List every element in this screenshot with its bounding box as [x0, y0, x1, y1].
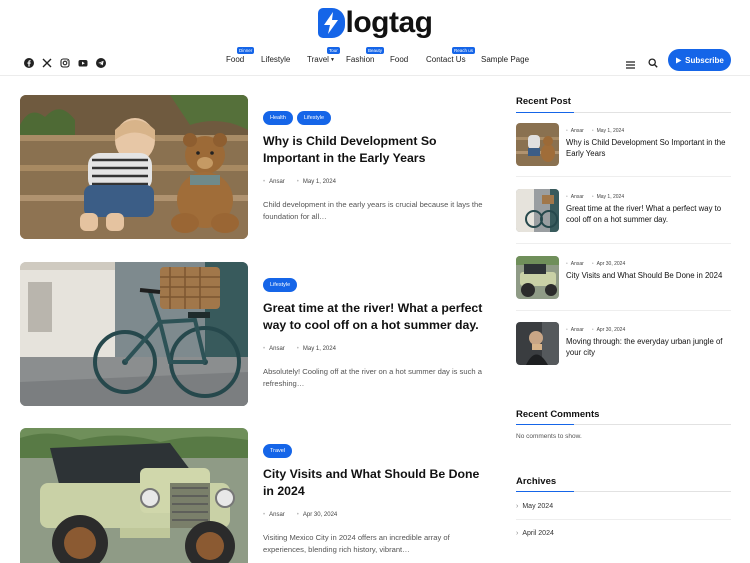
post-thumbnail[interactable] — [20, 428, 248, 563]
category-tag-lifestyle[interactable]: Lifestyle — [263, 278, 298, 292]
nav-badge-reach-us: Reach us — [452, 47, 476, 54]
nav-label: Lifestyle — [261, 55, 291, 64]
heading-underline — [516, 112, 731, 113]
nav-label: Food — [390, 55, 409, 64]
recent-post-thumbnail[interactable] — [516, 256, 559, 299]
recent-post-item[interactable]: Ansar May 1, 2024 Why is Child Developme… — [516, 123, 731, 167]
heading-underline — [516, 424, 731, 425]
archive-link[interactable]: May 2024 — [516, 503, 553, 510]
nav-item-food[interactable]: Dinner Food — [226, 47, 255, 64]
post-excerpt: Absolutely! Cooling off at the river on … — [263, 367, 482, 388]
logo-text: logtag — [345, 6, 434, 39]
recent-post-item[interactable]: Ansar Apr 30, 2024 Moving through: the e… — [516, 322, 731, 366]
post-title[interactable]: City Visits and What Should Be Done in 2… — [263, 466, 493, 500]
nav-item-travel[interactable]: Tour Travel▼ — [307, 47, 340, 64]
recent-post-author[interactable]: Ansar — [566, 128, 584, 134]
top-navigation-bar: Dinner Food Lifestyle Tour Travel▼ Beaut… — [0, 46, 750, 76]
recent-post-author[interactable]: Ansar — [566, 327, 584, 333]
search-icon[interactable] — [648, 55, 658, 73]
nav-label: Contact Us — [426, 55, 466, 64]
recent-post-item[interactable]: Ansar Apr 30, 2024 City Visits and What … — [516, 256, 731, 300]
post-date[interactable]: May 1, 2024 — [297, 346, 336, 352]
recent-post-thumbnail[interactable] — [516, 123, 559, 166]
recent-post-thumbnail[interactable] — [516, 322, 559, 365]
header-divider — [0, 75, 750, 76]
recent-comments-heading: Recent Comments — [516, 409, 600, 420]
post-title[interactable]: Why is Child Development So Important in… — [263, 133, 493, 167]
nav-badge-dinner: Dinner — [237, 47, 255, 54]
post-thumbnail[interactable] — [20, 95, 248, 239]
main-menu: Dinner Food Lifestyle Tour Travel▼ Beaut… — [0, 46, 750, 76]
logo-bolt-icon — [317, 8, 345, 38]
nav-badge-tour: Tour — [327, 47, 340, 54]
recent-post-item[interactable]: Ansar May 1, 2024 Great time at the rive… — [516, 189, 731, 233]
heading-underline — [516, 491, 731, 492]
subscribe-button[interactable]: Subscribe — [668, 49, 731, 71]
post-title[interactable]: Great time at the river! What a perfect … — [263, 300, 493, 334]
category-tag-health[interactable]: Health — [263, 111, 293, 125]
nav-item-lifestyle[interactable]: Lifestyle — [261, 55, 290, 64]
site-logo[interactable]: logtag — [0, 6, 750, 44]
recent-post-thumbnail[interactable] — [516, 189, 559, 232]
recent-post-author[interactable]: Ansar — [566, 194, 584, 200]
recent-post-date[interactable]: Apr 30, 2024 — [592, 261, 626, 267]
recent-post-title[interactable]: Great time at the river! What a perfect … — [566, 203, 731, 225]
post-thumbnail[interactable] — [20, 262, 248, 406]
recent-post-date[interactable]: May 1, 2024 — [592, 128, 625, 134]
post-author[interactable]: Ansar — [263, 179, 285, 185]
nav-label: Fashion — [346, 55, 375, 64]
recent-post-date[interactable]: May 1, 2024 — [592, 194, 625, 200]
category-tag-lifestyle[interactable]: Lifestyle — [296, 111, 332, 125]
recent-post-title[interactable]: Why is Child Development So Important in… — [566, 137, 731, 159]
nav-label: Travel — [307, 55, 329, 64]
hamburger-menu-icon[interactable] — [626, 56, 635, 74]
post-date[interactable]: May 1, 2024 — [297, 179, 336, 185]
recent-post-title[interactable]: City Visits and What Should Be Done in 2… — [566, 270, 731, 281]
recent-post-title[interactable]: Moving through: the everyday urban jungl… — [566, 336, 731, 358]
no-comments-text: No comments to show. — [516, 433, 582, 440]
nav-item-sample-page[interactable]: Sample Page — [481, 55, 529, 64]
archive-link[interactable]: April 2024 — [516, 530, 554, 537]
nav-label: Food — [226, 55, 245, 64]
post-excerpt: Visiting Mexico City in 2024 offers an i… — [263, 533, 450, 554]
post-author[interactable]: Ansar — [263, 346, 285, 352]
nav-item-fashion[interactable]: Beauty Fashion — [346, 47, 385, 64]
divider — [516, 243, 731, 244]
recent-post-author[interactable]: Ansar — [566, 261, 584, 267]
play-icon — [676, 57, 682, 63]
archives-heading: Archives — [516, 476, 557, 487]
post-excerpt: Child development in the early years is … — [263, 200, 483, 221]
recent-post-date[interactable]: Apr 30, 2024 — [592, 327, 626, 333]
subscribe-label: Subscribe — [685, 55, 724, 65]
category-tag-travel[interactable]: Travel — [263, 444, 293, 458]
nav-badge-beauty: Beauty — [366, 47, 385, 54]
post-date[interactable]: Apr 30, 2024 — [297, 512, 337, 518]
post-author[interactable]: Ansar — [263, 512, 285, 518]
recent-post-heading: Recent Post — [516, 96, 571, 107]
nav-label: Sample Page — [481, 55, 530, 64]
nav-item-food-2[interactable]: Food — [390, 55, 408, 64]
divider — [516, 176, 731, 177]
nav-item-contact-us[interactable]: Reach us Contact Us — [426, 47, 476, 64]
chevron-down-icon: ▼ — [329, 56, 335, 63]
divider — [516, 519, 731, 520]
divider — [516, 310, 731, 311]
